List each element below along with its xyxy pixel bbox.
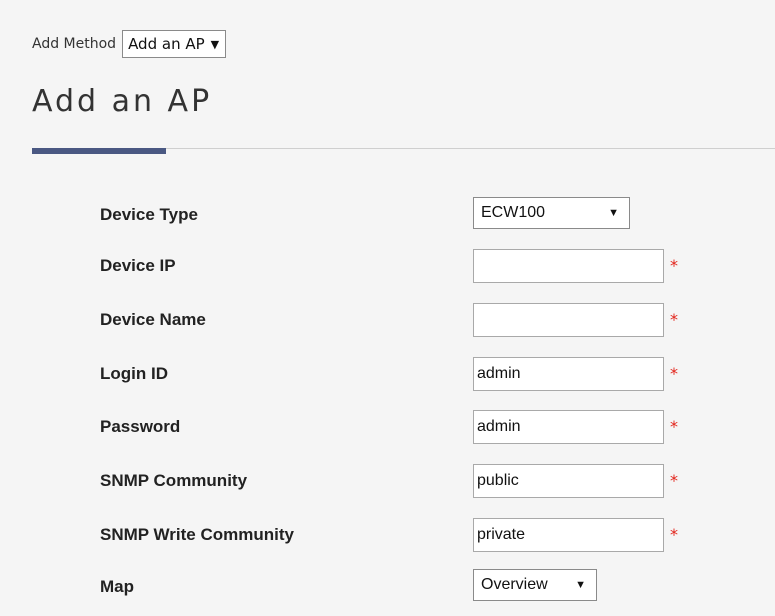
add-method-value: Add an AP: [128, 35, 205, 53]
required-marker: *: [670, 471, 678, 490]
map-label: Map: [100, 577, 134, 596]
login-id-input[interactable]: [473, 357, 664, 391]
row-device-name: Device Name *: [0, 300, 775, 340]
device-type-select[interactable]: ECW100 ▼: [473, 197, 630, 229]
device-ip-label: Device IP: [100, 256, 176, 275]
required-marker: *: [670, 310, 678, 329]
device-type-label: Device Type: [100, 205, 198, 224]
page-title: Add an AP: [32, 84, 213, 119]
title-divider-accent: [32, 148, 166, 154]
row-password: Password *: [0, 407, 775, 447]
row-login-id: Login ID *: [0, 354, 775, 394]
snmp-write-community-input[interactable]: [473, 518, 664, 552]
row-device-ip: Device IP *: [0, 246, 775, 286]
password-input[interactable]: [473, 410, 664, 444]
map-select[interactable]: Overview ▼: [473, 569, 597, 601]
add-method-bar: Add Method Add an AP ▼: [32, 30, 227, 58]
row-snmp-write-community: SNMP Write Community *: [0, 515, 775, 555]
chevron-down-icon: ▼: [210, 37, 220, 51]
device-name-label: Device Name: [100, 310, 206, 329]
device-ip-input[interactable]: [473, 249, 664, 283]
row-map: Map Overview ▼: [0, 567, 775, 607]
device-type-value: ECW100: [481, 204, 546, 221]
snmp-community-label: SNMP Community: [100, 471, 248, 490]
required-marker: *: [670, 256, 678, 275]
add-method-select[interactable]: Add an AP ▼: [122, 30, 227, 58]
required-marker: *: [670, 525, 678, 544]
required-marker: *: [670, 417, 678, 436]
required-marker: *: [670, 364, 678, 383]
map-value: Overview: [481, 576, 548, 593]
snmp-community-input[interactable]: [473, 464, 664, 498]
device-name-input[interactable]: [473, 303, 664, 337]
password-label: Password: [100, 417, 181, 436]
chevron-down-icon: ▼: [575, 578, 586, 591]
row-snmp-community: SNMP Community *: [0, 461, 775, 501]
add-method-label: Add Method: [32, 36, 117, 52]
snmp-write-community-label: SNMP Write Community: [100, 525, 294, 544]
login-id-label: Login ID: [100, 364, 168, 383]
chevron-down-icon: ▼: [608, 206, 619, 219]
row-device-type: Device Type ECW100 ▼: [0, 195, 775, 235]
